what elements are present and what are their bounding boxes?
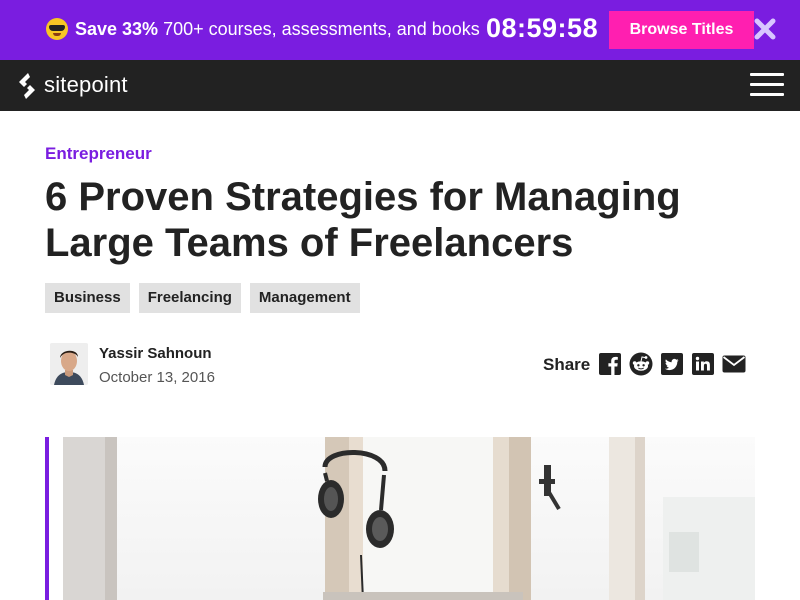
publish-date: October 13, 2016 — [99, 369, 215, 386]
reddit-icon[interactable] — [629, 352, 653, 376]
site-logo-text[interactable]: sitepoint — [44, 72, 128, 98]
tag-management[interactable]: Management — [249, 283, 360, 313]
tag-list: Business Freelancing Management — [45, 283, 360, 313]
author-name[interactable]: Yassir Sahnoun — [99, 345, 212, 362]
hamburger-menu-icon[interactable] — [750, 73, 784, 97]
promo-save-label: Save 33% — [75, 19, 159, 39]
email-icon[interactable] — [722, 352, 746, 376]
sitepoint-logo-icon[interactable] — [16, 72, 38, 100]
sunglasses-face-icon — [46, 18, 68, 40]
facebook-icon[interactable] — [598, 352, 622, 376]
hero-image — [63, 437, 755, 600]
site-header: sitepoint — [0, 60, 800, 111]
article-category-link[interactable]: Entrepreneur — [45, 144, 152, 164]
promo-banner: Save 33% 700+ courses, assessments, and … — [0, 0, 800, 60]
hero-accent-bar — [45, 437, 49, 600]
article-title: 6 Proven Strategies for Managing Large T… — [45, 175, 681, 265]
tag-freelancing[interactable]: Freelancing — [138, 283, 241, 313]
promo-description: 700+ courses, assessments, and books — [158, 19, 480, 39]
hero-figure — [45, 437, 755, 600]
countdown-timer: 08:59:58 — [486, 13, 599, 43]
linkedin-icon[interactable] — [691, 352, 715, 376]
author-avatar[interactable] — [50, 343, 88, 385]
close-icon[interactable] — [754, 18, 776, 40]
tag-business[interactable]: Business — [45, 283, 130, 313]
twitter-icon[interactable] — [660, 352, 684, 376]
browse-titles-button[interactable]: Browse Titles — [609, 11, 754, 49]
share-label: Share — [543, 355, 591, 374]
promo-text: Save 33% 700+ courses, assessments, and … — [75, 19, 480, 40]
